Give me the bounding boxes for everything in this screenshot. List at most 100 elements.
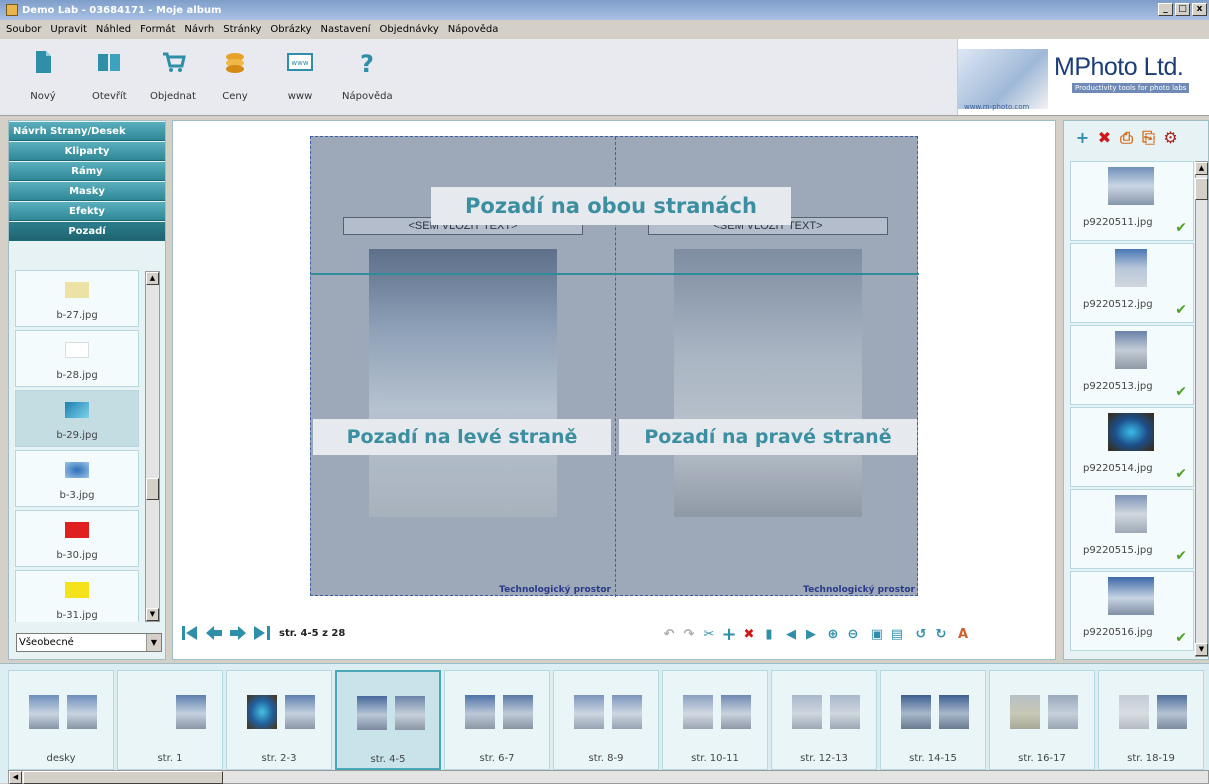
- spread-item[interactable]: str. 18-19: [1098, 670, 1204, 770]
- spread-item[interactable]: str. 16-17: [989, 670, 1095, 770]
- photo-right[interactable]: [674, 249, 862, 517]
- design-canvas: <SEM VLOŽIT TEXT> Technologický prostor …: [172, 120, 1056, 660]
- menu-upravit[interactable]: Upravit: [50, 24, 87, 35]
- menu-napoveda[interactable]: Nápověda: [448, 24, 499, 35]
- delete-icon[interactable]: ✖: [741, 627, 757, 643]
- list-item[interactable]: b-27.jpg: [15, 270, 139, 327]
- corner-label-right: Technologický prostor: [803, 585, 915, 595]
- minimize-button[interactable]: _: [1158, 3, 1173, 16]
- scroll-up-icon[interactable]: ▲: [1195, 162, 1208, 175]
- menu-soubor[interactable]: Soubor: [6, 24, 41, 35]
- category-pozadi[interactable]: Pozadí: [9, 222, 165, 241]
- scroll-up-icon[interactable]: ▲: [146, 272, 159, 285]
- first-page-icon[interactable]: [181, 624, 199, 642]
- rotate-left-icon[interactable]: ↺: [913, 627, 929, 643]
- spread-item[interactable]: str. 6-7: [444, 670, 550, 770]
- list-item[interactable]: p9220512.jpg ✔: [1070, 243, 1194, 323]
- right-scrollbar[interactable]: ▲ ▼: [1195, 161, 1208, 657]
- align-right-icon[interactable]: ▶: [803, 627, 819, 643]
- fit-width-icon[interactable]: ▤: [889, 627, 905, 643]
- prev-page-icon[interactable]: [205, 624, 223, 642]
- remove-photo-icon[interactable]: ✖: [1096, 129, 1113, 146]
- spread-item[interactable]: str. 2-3: [226, 670, 332, 770]
- spread-item[interactable]: str. 4-5: [335, 670, 441, 770]
- align-left-icon[interactable]: ◀: [783, 627, 799, 643]
- swatch: [65, 402, 89, 418]
- menu-format[interactable]: Formát: [140, 24, 175, 35]
- tools-icon[interactable]: ✂: [701, 627, 717, 643]
- settings-icon[interactable]: ⚙: [1162, 129, 1179, 146]
- list-item[interactable]: b-3.jpg: [15, 450, 139, 507]
- www-label: www: [287, 91, 313, 102]
- category-ramy[interactable]: Rámy: [9, 162, 165, 181]
- spread-item[interactable]: str. 1: [117, 670, 223, 770]
- spread-item[interactable]: str. 14-15: [880, 670, 986, 770]
- category-masky[interactable]: Masky: [9, 182, 165, 201]
- spread-label: desky: [46, 753, 76, 764]
- scroll-thumb[interactable]: [23, 771, 223, 784]
- shopping-cart-icon: [162, 52, 186, 72]
- spread-item[interactable]: str. 12-13: [771, 670, 877, 770]
- list-item[interactable]: b-31.jpg: [15, 570, 139, 622]
- strip-scrollbar[interactable]: ◀: [8, 770, 1209, 784]
- zoom-in-icon[interactable]: ⊕: [825, 627, 841, 643]
- spread-thumb-right: [1157, 695, 1187, 729]
- spread-item[interactable]: desky: [8, 670, 114, 770]
- menu-objednavky[interactable]: Objednávky: [380, 24, 439, 35]
- background-list: b-27.jpg b-28.jpg b-29.jpg b-3.jpg b-30.…: [15, 270, 139, 622]
- prices-button[interactable]: Ceny: [222, 49, 248, 102]
- fit-page-icon[interactable]: ▣: [869, 627, 885, 643]
- add-photo-icon[interactable]: +: [1074, 129, 1091, 146]
- export-icon[interactable]: ⎘: [1140, 129, 1157, 146]
- spread-thumb-left: [465, 695, 495, 729]
- list-item[interactable]: p9220516.jpg ✔: [1070, 571, 1194, 651]
- list-item[interactable]: p9220513.jpg ✔: [1070, 325, 1194, 405]
- www-button[interactable]: www www: [287, 49, 313, 102]
- swatch: [65, 582, 89, 598]
- category-efekty[interactable]: Efekty: [9, 202, 165, 221]
- photo-left[interactable]: [369, 249, 557, 517]
- page-icon[interactable]: ▮: [761, 627, 777, 643]
- import-icon[interactable]: ⎙: [1118, 129, 1135, 146]
- menu-obrazky[interactable]: Obrázky: [270, 24, 311, 35]
- redo-icon[interactable]: ↷: [681, 627, 697, 643]
- list-item[interactable]: p9220511.jpg ✔: [1070, 161, 1194, 241]
- next-page-icon[interactable]: [229, 624, 247, 642]
- help-button[interactable]: ? Nápověda: [342, 49, 393, 102]
- spread-strip-panel: desky str. 1 str. 2-3 str. 4-5 str. 6-7 …: [0, 663, 1209, 784]
- maximize-button[interactable]: □: [1175, 3, 1190, 16]
- left-scrollbar[interactable]: ▲ ▼: [145, 271, 160, 622]
- category-dropdown[interactable]: Všeobecné ▼: [16, 633, 162, 652]
- scroll-thumb[interactable]: [146, 478, 159, 500]
- rotate-right-icon[interactable]: ↻: [933, 627, 949, 643]
- order-button[interactable]: Objednat: [150, 49, 196, 102]
- list-item[interactable]: p9220514.jpg ✔: [1070, 407, 1194, 487]
- add-icon[interactable]: +: [721, 626, 737, 644]
- menu-navrh[interactable]: Návrh: [184, 24, 214, 35]
- last-page-icon[interactable]: [253, 624, 271, 642]
- chevron-down-icon[interactable]: ▼: [146, 634, 161, 651]
- menu-nahled[interactable]: Náhled: [96, 24, 131, 35]
- page-spread[interactable]: <SEM VLOŽIT TEXT> Technologický prostor …: [310, 136, 919, 597]
- text-tool-icon[interactable]: A: [955, 627, 971, 643]
- menu-nastaveni[interactable]: Nastavení: [320, 24, 370, 35]
- app-icon: [6, 4, 18, 16]
- zoom-out-icon[interactable]: ⊖: [845, 627, 861, 643]
- list-item[interactable]: p9220515.jpg ✔: [1070, 489, 1194, 569]
- scroll-down-icon[interactable]: ▼: [1195, 643, 1208, 656]
- spread-item[interactable]: str. 10-11: [662, 670, 768, 770]
- list-item[interactable]: b-28.jpg: [15, 330, 139, 387]
- new-button[interactable]: Nový: [30, 49, 56, 102]
- spread-item[interactable]: str. 8-9: [553, 670, 659, 770]
- scroll-down-icon[interactable]: ▼: [146, 608, 159, 621]
- menu-stranky[interactable]: Stránky: [223, 24, 261, 35]
- undo-icon[interactable]: ↶: [661, 627, 677, 643]
- list-item[interactable]: b-29.jpg: [15, 390, 139, 447]
- category-navrh[interactable]: Návrh Strany/Desek: [9, 122, 165, 141]
- scroll-thumb[interactable]: [1195, 178, 1208, 200]
- list-item[interactable]: b-30.jpg: [15, 510, 139, 567]
- close-button[interactable]: x: [1192, 3, 1207, 16]
- category-kliparty[interactable]: Kliparty: [9, 142, 165, 161]
- scroll-left-icon[interactable]: ◀: [9, 771, 22, 784]
- open-button[interactable]: Otevřít: [92, 49, 127, 102]
